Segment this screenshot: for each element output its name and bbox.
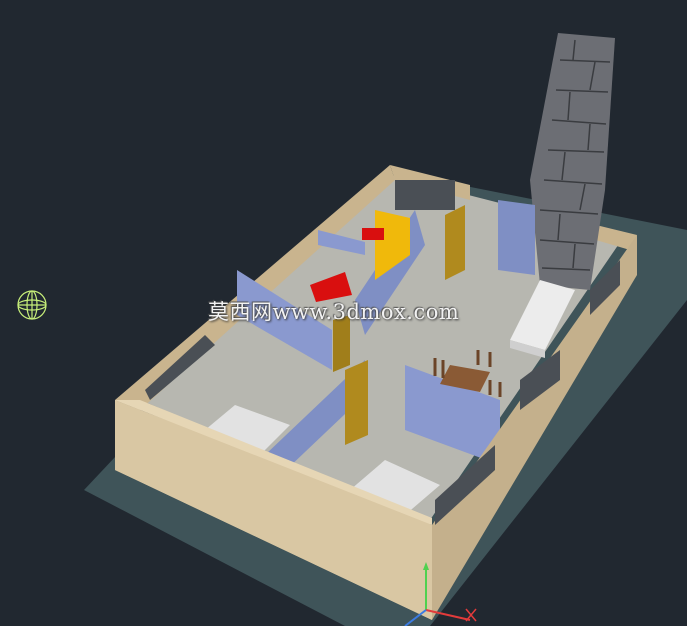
watermark-text: 莫西网www.3dmox.com — [208, 300, 460, 324]
3d-viewport[interactable]: 莫西网www.3dmox.com — [0, 0, 687, 626]
back-window — [395, 180, 455, 210]
door-1[interactable] — [445, 205, 465, 280]
door-2[interactable] — [345, 360, 368, 445]
fridge-red-panel — [362, 228, 384, 240]
wireframe-sphere-icon[interactable] — [17, 290, 47, 320]
partition-wall-4 — [498, 200, 535, 275]
